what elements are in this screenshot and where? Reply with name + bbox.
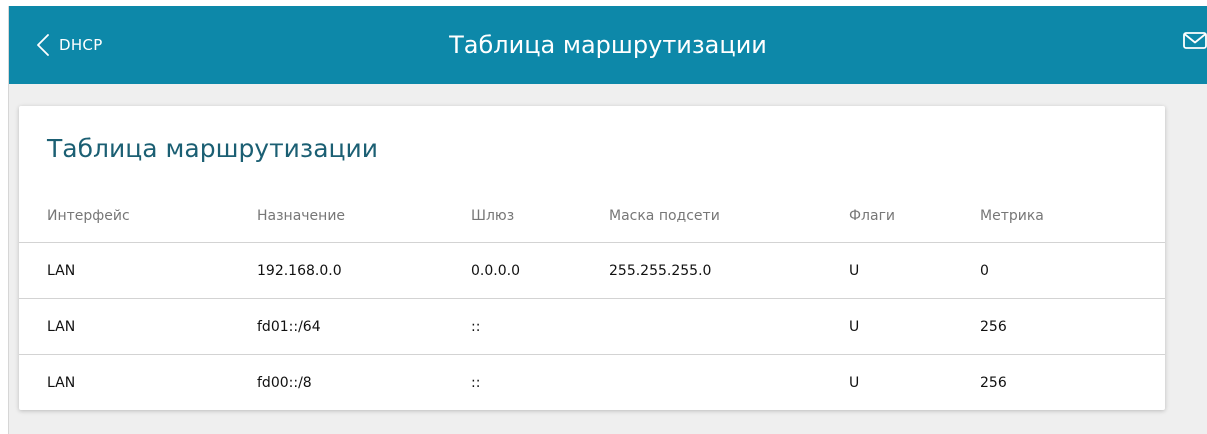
cell-metric: 0 xyxy=(980,242,1165,299)
back-label: DHCP xyxy=(59,36,103,54)
cell-interface: LAN xyxy=(47,374,76,391)
cell-flags: U xyxy=(849,374,860,391)
notifications-button[interactable] xyxy=(1183,31,1207,51)
cell-interface: LAN xyxy=(19,242,257,299)
cell-metric: 256 xyxy=(980,298,1165,355)
column-header-flags: Флаги xyxy=(849,190,980,243)
card-title: Таблица маршрутизации xyxy=(47,134,379,163)
table-row[interactable]: LAN fd01::/64 :: U 256 xyxy=(19,298,1165,355)
cell-subnet-mask xyxy=(609,355,849,411)
cell-gateway: :: xyxy=(471,298,609,355)
cell-gateway: 0.0.0.0 xyxy=(471,242,609,299)
table-row[interactable]: LAN fd00::/8 :: U 256 xyxy=(19,355,1165,411)
app-frame: DHCP Таблица маршрутизации Таблица маршр… xyxy=(8,6,1207,434)
table-header-row: Интерфейс Назначение Шлюз Маска подсети … xyxy=(19,190,1165,243)
column-header-gateway: Шлюз xyxy=(471,190,609,243)
column-header-interface: Интерфейс xyxy=(19,190,257,243)
cell-metric: 256 xyxy=(980,374,1007,391)
cell-destination: 192.168.0.0 xyxy=(257,242,471,299)
cell-subnet-mask xyxy=(609,298,849,355)
column-header-subnet-mask: Маска подсети xyxy=(609,190,849,243)
cell-subnet-mask: 255.255.255.0 xyxy=(609,242,849,299)
column-header-metric: Метрика xyxy=(980,190,1165,243)
cell-flags: U xyxy=(849,242,980,299)
cell-destination: fd01::/64 xyxy=(257,298,471,355)
chevron-left-icon xyxy=(37,34,49,56)
page-title: Таблица маршрутизации xyxy=(449,31,767,59)
envelope-icon xyxy=(1183,31,1207,51)
cell-gateway: :: xyxy=(471,374,481,391)
table-row[interactable]: LAN 192.168.0.0 0.0.0.0 255.255.255.0 U … xyxy=(19,242,1165,299)
back-button[interactable]: DHCP xyxy=(37,6,103,84)
top-bar: DHCP Таблица маршрутизации xyxy=(9,6,1207,84)
column-header-destination: Назначение xyxy=(257,190,471,243)
cell-destination: fd00::/8 xyxy=(257,374,312,391)
routing-table-card: Таблица маршрутизации Интерфейс Назначен… xyxy=(19,106,1165,410)
routing-table: Интерфейс Назначение Шлюз Маска подсети … xyxy=(19,190,1165,410)
cell-interface: LAN xyxy=(19,298,257,355)
cell-flags: U xyxy=(849,298,980,355)
